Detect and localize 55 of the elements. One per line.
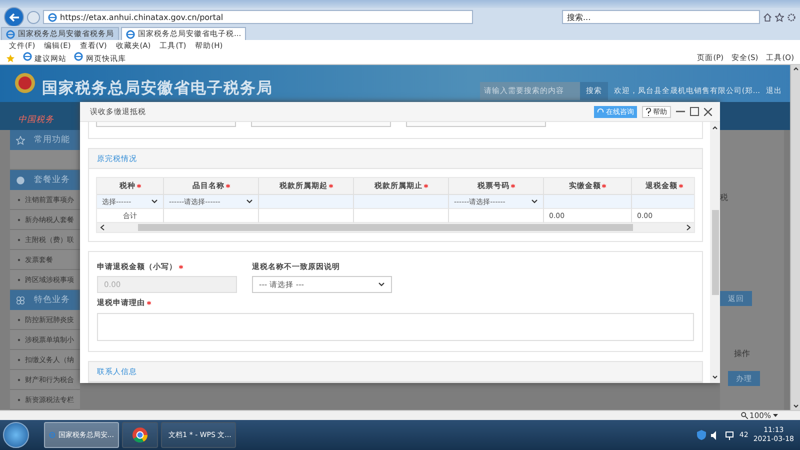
browser-e-icon [48, 12, 57, 22]
arrow-left-icon [8, 12, 20, 22]
zoom-icon [740, 412, 748, 419]
page-text: 税 [720, 192, 728, 203]
clover-icon [16, 296, 25, 304]
chrome-like-icon [132, 427, 148, 443]
star-outline-icon [16, 136, 25, 144]
globe-icon [16, 176, 25, 184]
shield-icon[interactable] [697, 430, 706, 440]
input-field[interactable] [544, 195, 632, 209]
forward-button[interactable] [27, 10, 40, 24]
chevron-up-icon [792, 67, 798, 71]
input-field[interactable] [96, 122, 236, 127]
home-icon[interactable] [763, 12, 772, 22]
chevron-down-icon [378, 282, 385, 287]
input-field[interactable] [251, 122, 391, 127]
close-icon[interactable] [704, 108, 712, 116]
start-button[interactable] [3, 422, 29, 448]
browser-e-icon [6, 30, 15, 38]
column-header: 操作 [734, 348, 750, 359]
input-field[interactable] [406, 122, 546, 127]
browser-e-icon [126, 30, 135, 38]
star-icon[interactable] [775, 12, 784, 22]
input-field[interactable] [632, 195, 694, 209]
reason-text-area[interactable] [97, 313, 694, 341]
settings-icon[interactable] [787, 12, 796, 22]
chevron-down-icon [151, 199, 158, 204]
network-icon[interactable] [725, 430, 734, 440]
favorites-star-icon[interactable] [6, 54, 15, 62]
chevron-down-icon [531, 199, 538, 204]
site-title: 国家税务总局安徽省电子税务局 [42, 78, 273, 99]
headset-icon [597, 108, 604, 115]
input-field[interactable] [354, 195, 449, 209]
browser-e-icon [23, 52, 32, 61]
browser-e-icon [74, 52, 84, 61]
vertical-scrollbar[interactable] [710, 122, 720, 383]
page-scrollbar[interactable] [790, 65, 800, 410]
emblem-icon [14, 72, 36, 96]
back-button[interactable] [4, 7, 24, 27]
horizontal-scrollbar[interactable] [97, 223, 694, 232]
chevron-down-icon [246, 199, 253, 204]
chevron-down-icon [792, 404, 798, 408]
logo-text: 中国税务 [18, 114, 54, 126]
chevron-up-icon [712, 126, 718, 130]
chevron-left-icon [100, 224, 105, 231]
header-background [720, 102, 790, 130]
caret-down-icon [773, 414, 778, 417]
maximize-icon[interactable] [690, 107, 699, 116]
input-field[interactable] [259, 195, 354, 209]
taskbar-button[interactable] [122, 422, 158, 448]
chevron-down-icon [712, 375, 718, 379]
question-icon [646, 108, 651, 116]
chevron-right-icon [686, 224, 691, 231]
address-bar[interactable]: https://etax.anhui.chinatax.gov.cn/portal [43, 10, 473, 24]
search-field[interactable]: 搜索... [562, 10, 760, 24]
